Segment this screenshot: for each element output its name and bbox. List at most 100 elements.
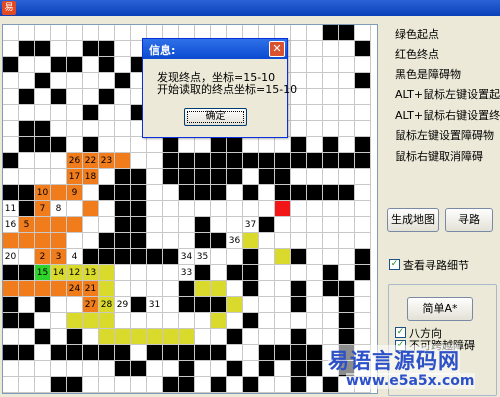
grid-cell[interactable] <box>163 233 179 249</box>
grid-cell[interactable] <box>339 233 355 249</box>
grid-cell[interactable] <box>131 265 147 281</box>
explored-cell[interactable] <box>51 281 67 297</box>
grid-cell[interactable] <box>339 73 355 89</box>
obstacle-cell[interactable] <box>51 57 67 73</box>
obstacle-cell[interactable] <box>227 361 243 377</box>
obstacle-cell[interactable] <box>275 153 291 169</box>
obstacle-cell[interactable] <box>243 377 259 393</box>
grid-cell[interactable] <box>243 361 259 377</box>
explored-cell[interactable]: 10 <box>35 185 51 201</box>
grid-cell[interactable] <box>339 41 355 57</box>
grid-cell[interactable] <box>83 121 99 137</box>
obstacle-cell[interactable] <box>19 185 35 201</box>
grid-cell[interactable] <box>147 377 163 393</box>
grid-cell[interactable] <box>307 297 323 313</box>
grid-cell[interactable] <box>115 377 131 393</box>
grid-cell[interactable] <box>99 377 115 393</box>
grid-cell[interactable] <box>99 201 115 217</box>
grid-cell[interactable] <box>51 73 67 89</box>
grid-cell[interactable] <box>291 233 307 249</box>
grid-cell[interactable] <box>83 233 99 249</box>
grid-cell[interactable] <box>67 361 83 377</box>
obstacle-cell[interactable] <box>195 217 211 233</box>
obstacle-cell[interactable] <box>211 185 227 201</box>
grid-cell[interactable] <box>115 105 131 121</box>
grid-cell[interactable] <box>115 89 131 105</box>
grid-cell[interactable] <box>35 89 51 105</box>
obstacle-cell[interactable] <box>291 297 307 313</box>
obstacle-cell[interactable] <box>307 361 323 377</box>
grid-cell[interactable] <box>147 233 163 249</box>
grid-cell[interactable]: 20 <box>3 249 19 265</box>
obstacle-cell[interactable] <box>99 185 115 201</box>
obstacle-cell[interactable] <box>243 313 259 329</box>
obstacle-cell[interactable] <box>275 345 291 361</box>
explored-cell[interactable] <box>35 281 51 297</box>
obstacle-cell[interactable] <box>323 185 339 201</box>
grid-cell[interactable] <box>179 313 195 329</box>
obstacle-cell[interactable] <box>291 361 307 377</box>
grid-cell[interactable] <box>147 361 163 377</box>
path-cell[interactable] <box>131 329 147 345</box>
grid-cell[interactable] <box>83 73 99 89</box>
obstacle-cell[interactable] <box>131 233 147 249</box>
path-cell[interactable] <box>179 329 195 345</box>
obstacle-cell[interactable] <box>131 361 147 377</box>
grid-cell[interactable] <box>275 137 291 153</box>
obstacle-cell[interactable] <box>291 329 307 345</box>
path-cell[interactable] <box>99 281 115 297</box>
grid-cell[interactable] <box>291 121 307 137</box>
grid-cell[interactable] <box>195 329 211 345</box>
obstacle-cell[interactable] <box>339 281 355 297</box>
grid-cell[interactable] <box>307 57 323 73</box>
grid-cell[interactable] <box>339 169 355 185</box>
obstacle-cell[interactable] <box>259 217 275 233</box>
obstacle-cell[interactable] <box>179 169 195 185</box>
grid-cell[interactable] <box>115 137 131 153</box>
obstacle-cell[interactable] <box>307 185 323 201</box>
grid-cell[interactable] <box>227 281 243 297</box>
grid-cell[interactable] <box>259 265 275 281</box>
grid-cell[interactable] <box>339 89 355 105</box>
grid-cell[interactable] <box>339 57 355 73</box>
obstacle-cell[interactable] <box>179 377 195 393</box>
obstacle-cell[interactable] <box>259 345 275 361</box>
obstacle-cell[interactable] <box>35 329 51 345</box>
grid-cell[interactable] <box>51 41 67 57</box>
obstacle-cell[interactable] <box>115 249 131 265</box>
grid-cell[interactable] <box>35 361 51 377</box>
obstacle-cell[interactable] <box>35 137 51 153</box>
grid-cell[interactable] <box>115 41 131 57</box>
grid-cell[interactable] <box>307 137 323 153</box>
explored-cell[interactable] <box>19 233 35 249</box>
obstacle-cell[interactable] <box>35 73 51 89</box>
grid-cell[interactable]: 4 <box>67 249 83 265</box>
grid-cell[interactable] <box>35 313 51 329</box>
grid-cell[interactable]: 8 <box>51 201 67 217</box>
obstacle-cell[interactable] <box>211 137 227 153</box>
grid-cell[interactable] <box>323 313 339 329</box>
obstacle-cell[interactable] <box>355 249 371 265</box>
grid-cell[interactable] <box>227 185 243 201</box>
grid-cell[interactable] <box>3 361 19 377</box>
obstacle-cell[interactable] <box>227 169 243 185</box>
obstacle-cell[interactable] <box>67 57 83 73</box>
obstacle-cell[interactable] <box>291 281 307 297</box>
grid-cell[interactable] <box>291 41 307 57</box>
explored-cell[interactable]: 18 <box>83 169 99 185</box>
path-cell[interactable] <box>83 313 99 329</box>
grid-cell[interactable] <box>323 217 339 233</box>
obstacle-cell[interactable] <box>99 249 115 265</box>
grid-cell[interactable] <box>259 233 275 249</box>
grid-cell[interactable] <box>147 137 163 153</box>
obstacle-cell[interactable] <box>355 153 371 169</box>
explored-cell[interactable] <box>3 233 19 249</box>
grid-cell[interactable] <box>147 265 163 281</box>
grid-cell[interactable] <box>19 153 35 169</box>
obstacle-cell[interactable] <box>99 41 115 57</box>
path-cell[interactable] <box>163 329 179 345</box>
obstacle-cell[interactable] <box>195 153 211 169</box>
obstacle-cell[interactable] <box>243 249 259 265</box>
grid-cell[interactable] <box>355 121 371 137</box>
grid-cell[interactable] <box>307 217 323 233</box>
